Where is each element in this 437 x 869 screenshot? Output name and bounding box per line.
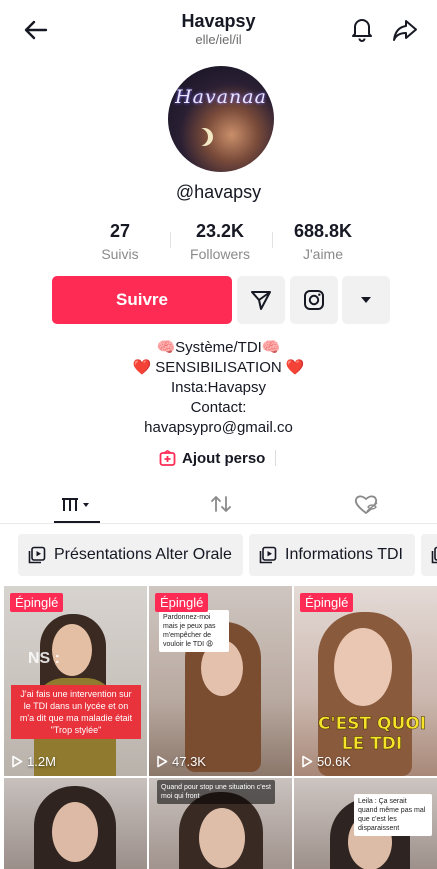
pinned-badge: Épinglé	[10, 593, 64, 612]
playlist-icon	[28, 546, 46, 564]
video-caption: Pardonnez-moi mais je peux pas m'empêche…	[159, 610, 229, 652]
stat-likes[interactable]: 688.8K J'aime	[282, 220, 364, 264]
view-count: 1.2M	[11, 754, 56, 769]
play-icon	[157, 755, 168, 768]
overlay-text: NS :	[28, 650, 60, 667]
video-thumbnail[interactable]: Quand pour stop une situation c'est moi …	[149, 778, 292, 869]
caret-down-icon	[361, 297, 371, 303]
playlist-icon	[259, 546, 277, 564]
send-icon	[251, 291, 271, 310]
play-icon	[302, 755, 313, 768]
playlist-chip[interactable]	[421, 534, 437, 576]
view-count-value: 47.3K	[172, 754, 206, 769]
likes-label: J'aime	[302, 246, 344, 262]
video-caption: Quand pour stop une situation c'est moi …	[157, 780, 275, 804]
bio-line: Contact:	[190, 399, 247, 416]
profile-header: Havapsy elle/iel/il	[0, 0, 437, 60]
playlist-label: Informations TDI	[285, 546, 403, 563]
view-count-value: 50.6K	[317, 754, 351, 769]
avatar[interactable]: Havanaa	[168, 66, 274, 172]
video-caption: J'ai fais une intervention sur le TDI da…	[11, 685, 141, 739]
view-count: 50.6K	[301, 754, 351, 769]
repost-icon	[211, 496, 231, 512]
bio: 🧠Système/TDI🧠 ❤️ SENSIBILISATION ❤️ Inst…	[0, 338, 437, 438]
instagram-icon	[304, 290, 324, 310]
video-thumbnail[interactable]	[4, 778, 147, 869]
video-caption: C'EST QUOI LE TDI	[317, 714, 427, 755]
suggestions-dropdown-button[interactable]	[342, 276, 390, 324]
video-thumbnail[interactable]: Leila : Ça serait quand même pas mal que…	[294, 778, 437, 869]
add-personal-button[interactable]: Ajout perso	[159, 447, 277, 469]
profile-actions: Suivre	[0, 276, 437, 324]
bio-line: 🧠Système/TDI🧠	[156, 339, 281, 356]
thumbnail-face	[199, 808, 245, 868]
add-personal-label: Ajout perso	[182, 449, 266, 467]
avatar-logo-text: Havanaa	[175, 86, 267, 108]
profile-stats: 27 Suivis 23.2K Followers 688.8K J'aime	[0, 220, 437, 266]
playlist-chip[interactable]: Informations TDI	[249, 534, 415, 576]
moon-icon	[190, 128, 208, 146]
tab-liked[interactable]	[343, 484, 389, 524]
instagram-button[interactable]	[290, 276, 338, 324]
bio-email: havapsypro@gmail.co	[144, 419, 293, 436]
message-button[interactable]	[237, 276, 285, 324]
video-thumbnail[interactable]: C'EST QUOI LE TDI Épinglé 50.6K	[294, 586, 437, 776]
bio-line: Insta:Havapsy	[170, 379, 267, 396]
bio-line: ❤️ SENSIBILISATION ❤️	[132, 359, 305, 376]
video-caption: Leila : Ça serait quand même pas mal que…	[354, 794, 432, 836]
divider	[272, 232, 273, 248]
pinned-badge: Épinglé	[300, 593, 354, 612]
tab-reposts[interactable]	[198, 484, 244, 524]
follow-button[interactable]: Suivre	[52, 276, 232, 324]
share-icon[interactable]	[391, 16, 419, 44]
view-count: 47.3K	[156, 754, 206, 769]
video-grid: NS : J'ai fais une intervention sur le T…	[4, 586, 437, 869]
divider	[170, 232, 171, 248]
video-thumbnail[interactable]: Pardonnez-moi mais je peux pas m'empêche…	[149, 586, 292, 776]
following-label: Suivis	[101, 246, 139, 262]
view-count-value: 1.2M	[27, 754, 56, 769]
following-count: 27	[109, 221, 131, 241]
add-box-icon	[159, 449, 176, 466]
video-thumbnail[interactable]: NS : J'ai fais une intervention sur le T…	[4, 586, 147, 776]
stat-followers[interactable]: 23.2K Followers	[180, 220, 260, 264]
divider	[275, 450, 277, 466]
followers-label: Followers	[190, 246, 250, 262]
bell-icon[interactable]	[349, 16, 375, 42]
play-icon	[12, 755, 23, 768]
playlist-icon	[431, 546, 437, 564]
thumbnail-face	[334, 628, 392, 706]
hidden-heart-icon	[354, 495, 378, 515]
playlist-label: Présentations Alter Orale	[54, 546, 232, 563]
username-handle: @havapsy	[175, 182, 262, 202]
thumbnail-face	[52, 802, 98, 862]
likes-count: 688.8K	[293, 221, 353, 241]
playlist-carousel: Présentations Alter Orale Informations T…	[0, 534, 437, 576]
pinned-badge: Épinglé	[155, 593, 209, 612]
stat-following[interactable]: 27 Suivis	[95, 220, 145, 264]
tab-videos[interactable]	[54, 484, 100, 524]
content-tabs	[0, 484, 437, 524]
active-tab-indicator	[54, 521, 100, 523]
playlist-chip[interactable]: Présentations Alter Orale	[18, 534, 243, 576]
followers-count: 23.2K	[195, 221, 245, 241]
grid-icon	[62, 498, 89, 511]
